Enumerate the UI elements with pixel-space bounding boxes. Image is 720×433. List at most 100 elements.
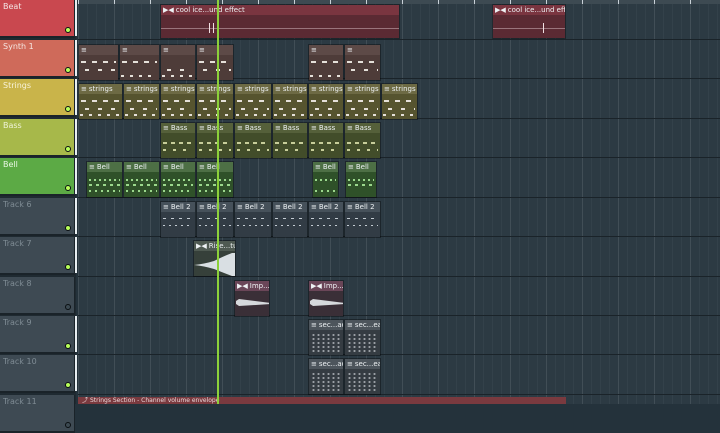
pattern-clip[interactable]: ≡strings <box>234 83 272 120</box>
note-row <box>347 142 378 144</box>
clip-title: ≡ <box>345 45 380 55</box>
clip-waveform <box>235 291 269 316</box>
pattern-clip[interactable]: ≡ Bell 2 <box>160 201 196 238</box>
pattern-clip[interactable]: ≡ Bell 2 <box>272 201 308 238</box>
note-row <box>89 179 120 181</box>
clip-title: ≡ Bell 2 <box>197 202 233 212</box>
audio-clip[interactable]: ▶◀Imp...le <box>234 280 270 317</box>
track-enable-led[interactable] <box>65 67 71 73</box>
pattern-clip[interactable]: ≡strings <box>272 83 308 120</box>
pattern-clip[interactable]: ≡strings <box>381 83 418 120</box>
pattern-clip[interactable]: ≡ Bell <box>86 161 123 198</box>
track-enable-led[interactable] <box>65 106 71 112</box>
clip-notes <box>161 212 195 237</box>
track-enable-led[interactable] <box>65 422 71 428</box>
pattern-clip[interactable]: ≡ <box>196 44 234 81</box>
pattern-clip[interactable]: ≡ Bass <box>160 122 196 159</box>
clip-notes <box>124 172 159 197</box>
clip-title: ≡sec...ad <box>309 359 343 369</box>
waveform-graphic <box>310 299 343 306</box>
clip-notes <box>87 172 122 197</box>
audio-clip[interactable]: ▶◀cool ice...und effect <box>160 4 400 39</box>
track-header-track-10[interactable]: Track 10 <box>0 355 77 393</box>
track-enable-led[interactable] <box>65 225 71 231</box>
pattern-clip[interactable]: ≡ Bell 2 <box>196 201 234 238</box>
pattern-clip[interactable]: ≡strings <box>78 83 123 120</box>
track-header-bass[interactable]: Bass <box>0 119 77 157</box>
track-enable-led[interactable] <box>65 27 71 33</box>
pattern-icon: ≡ <box>347 85 353 93</box>
clip-notes <box>79 55 118 80</box>
clip-title: ≡ <box>79 45 118 55</box>
track-enable-led[interactable] <box>65 382 71 388</box>
pattern-clip[interactable]: ≡strings <box>123 83 160 120</box>
track-header-track-8[interactable]: Track 8 <box>0 277 75 315</box>
track-header-beat[interactable]: Beat <box>0 0 77 38</box>
clip-title: ≡ Bell 2 <box>235 202 271 212</box>
clip-notes <box>345 330 380 355</box>
clip-name: strings <box>133 85 158 93</box>
pattern-clip[interactable]: ≡sec...ead <box>344 319 381 356</box>
note-row <box>163 218 193 219</box>
note-row <box>241 108 269 110</box>
note-row <box>199 225 231 226</box>
track-enable-led[interactable] <box>65 146 71 152</box>
pattern-clip[interactable]: ≡ <box>78 44 119 81</box>
track-enable-led[interactable] <box>65 343 71 349</box>
track-header-bell[interactable]: Bell <box>0 158 77 196</box>
pattern-clip[interactable]: ≡ Bell 2 <box>344 201 381 238</box>
playhead-marker[interactable] <box>217 0 219 404</box>
audio-clip[interactable]: ▶◀cool ice...und effect <box>492 4 566 39</box>
pattern-clip[interactable]: ≡ Bass <box>196 122 234 159</box>
pattern-clip[interactable]: ≡ Bell <box>312 161 339 198</box>
track-enable-led[interactable] <box>65 185 71 191</box>
pattern-clip[interactable]: ≡ Bell <box>196 161 234 198</box>
pattern-clip[interactable]: ≡ Bass <box>308 122 344 159</box>
pattern-clip[interactable]: ≡ Bass <box>344 122 381 159</box>
pattern-clip[interactable]: ≡ Bell <box>345 161 377 198</box>
pattern-clip[interactable]: ≡strings <box>160 83 196 120</box>
track-header-track-11[interactable]: Track 11 <box>0 395 75 433</box>
pattern-clip[interactable]: ≡ Bell 2 <box>308 201 344 238</box>
pattern-clip[interactable]: ≡ Bell 2 <box>234 201 272 238</box>
audio-clip[interactable]: ▶◀Rise...ture <box>193 240 236 277</box>
clip-name: Bell 2 <box>354 203 375 211</box>
pattern-clip[interactable]: ≡sec...ad <box>308 319 344 356</box>
pattern-clip[interactable]: ≡ <box>344 44 381 81</box>
pattern-clip[interactable]: ≡sec...ead <box>344 358 381 395</box>
note-row <box>163 142 193 144</box>
pattern-clip[interactable]: ≡ <box>119 44 160 81</box>
track-header-track-9[interactable]: Track 9 <box>0 316 77 354</box>
track-header-track-6[interactable]: Track 6 <box>0 198 77 236</box>
track-name: Track 8 <box>3 279 32 288</box>
note-row <box>275 149 305 151</box>
note-row <box>275 218 305 219</box>
pattern-clip[interactable]: ≡ <box>308 44 344 81</box>
clip-name: Bell <box>170 163 184 171</box>
track-header-track-7[interactable]: Track 7 <box>0 237 77 275</box>
pattern-clip[interactable]: ≡ Bell <box>123 161 160 198</box>
pattern-clip[interactable]: ≡ Bass <box>234 122 272 159</box>
audio-clip-icon: ▶◀ <box>196 242 207 250</box>
clip-title: ≡ Bell <box>161 162 195 172</box>
pattern-clip[interactable]: ≡sec...ad <box>308 358 344 395</box>
clip-notes <box>313 172 338 197</box>
automation-clip[interactable]: ⤴ Strings Section - Channel volume envel… <box>78 397 566 404</box>
pattern-clip[interactable]: ≡ Bass <box>272 122 308 159</box>
audio-clip[interactable]: ▶◀Imp...le <box>308 280 344 317</box>
pattern-clip[interactable]: ≡strings <box>196 83 234 120</box>
clip-notes <box>120 55 159 80</box>
track-header-strings[interactable]: Strings <box>0 79 77 117</box>
track-header-synth-1[interactable]: Synth 1 <box>0 40 77 78</box>
pattern-clip[interactable]: ≡strings <box>344 83 381 120</box>
note-row <box>347 225 378 226</box>
track-enable-led[interactable] <box>65 304 71 310</box>
playlist-window: Beat Synth 1 Strings Bass Bell Track 6 T… <box>0 0 720 433</box>
clip-notes <box>197 172 233 197</box>
pattern-clip[interactable]: ≡strings <box>308 83 344 120</box>
clip-title: ≡strings <box>382 84 417 94</box>
note-row <box>163 190 193 192</box>
pattern-clip[interactable]: ≡ <box>160 44 196 81</box>
track-enable-led[interactable] <box>65 264 71 270</box>
pattern-clip[interactable]: ≡ Bell <box>160 161 196 198</box>
